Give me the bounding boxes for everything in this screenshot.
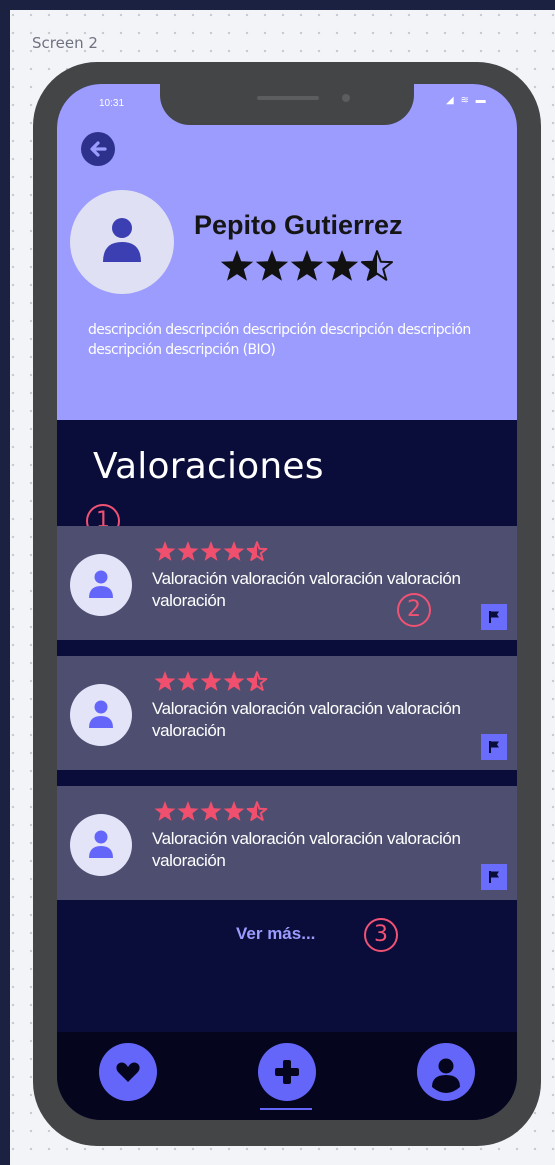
user-icon [103, 218, 141, 262]
review-text: Valoración valoración valoración valorac… [152, 829, 461, 870]
user-icon [89, 570, 113, 598]
profile-header: Pepito Gutierrez descripción descripción… [57, 84, 517, 420]
review-card: Valoración valoración valoración valorac… [57, 786, 517, 900]
reviews-title: Valoraciones [93, 446, 324, 487]
speaker-grille [257, 96, 319, 100]
heart-icon [116, 1062, 140, 1082]
star-icon [223, 801, 245, 821]
status-icons: ◢ ≋ ▬ [446, 95, 488, 106]
plus-icon [275, 1060, 299, 1084]
arrow-left-icon [90, 141, 107, 157]
see-more-link[interactable]: Ver más... [236, 924, 315, 944]
report-button[interactable] [481, 864, 507, 890]
star-icon [325, 250, 359, 281]
review-rating-stars [154, 671, 268, 691]
annotation-marker: 3 [364, 918, 398, 952]
user-icon [432, 1058, 460, 1093]
screen-label: Screen 2 [32, 34, 98, 52]
review-text: Valoración valoración valoración valorac… [152, 699, 461, 740]
star-icon [154, 801, 176, 821]
phone-screen: Pepito Gutierrez descripción descripción… [57, 84, 517, 1120]
star-icon [223, 541, 245, 561]
star-icon [290, 250, 324, 281]
nav-profile-button[interactable] [417, 1043, 475, 1101]
review-avatar [70, 814, 132, 876]
bottom-nav [57, 1032, 517, 1120]
front-camera [342, 94, 350, 102]
profile-name: Pepito Gutierrez [194, 210, 403, 240]
review-rating-stars [154, 801, 268, 821]
flag-icon [489, 741, 499, 753]
back-button[interactable] [81, 132, 115, 166]
status-time: 10:31 [99, 98, 125, 109]
report-button[interactable] [481, 604, 507, 630]
star-icon [220, 250, 254, 281]
user-icon [89, 830, 113, 858]
review-card: Valoración valoración valoración valorac… [57, 526, 517, 640]
star-icon [200, 671, 222, 691]
review-avatar [70, 684, 132, 746]
profile-rating-stars [220, 250, 394, 281]
nav-add-button[interactable] [258, 1043, 316, 1101]
review-card: Valoración valoración valoración valorac… [57, 656, 517, 770]
review-rating-stars [154, 541, 268, 561]
star-icon [177, 541, 199, 561]
star-icon [223, 671, 245, 691]
nav-favorites-button[interactable] [99, 1043, 157, 1101]
user-icon [89, 700, 113, 728]
star-icon [154, 671, 176, 691]
nav-active-indicator [260, 1108, 312, 1110]
report-button[interactable] [481, 734, 507, 760]
profile-bio: descripción descripción descripción desc… [88, 322, 471, 358]
flag-icon [489, 611, 499, 623]
star-icon [200, 541, 222, 561]
annotation-marker: 2 [397, 593, 431, 627]
star-icon [255, 250, 289, 281]
star-icon [154, 541, 176, 561]
star-icon [177, 801, 199, 821]
phone-notch [160, 84, 414, 125]
review-avatar [70, 554, 132, 616]
star-icon [177, 671, 199, 691]
profile-avatar [70, 190, 174, 294]
star-icon [200, 801, 222, 821]
flag-icon [489, 871, 499, 883]
